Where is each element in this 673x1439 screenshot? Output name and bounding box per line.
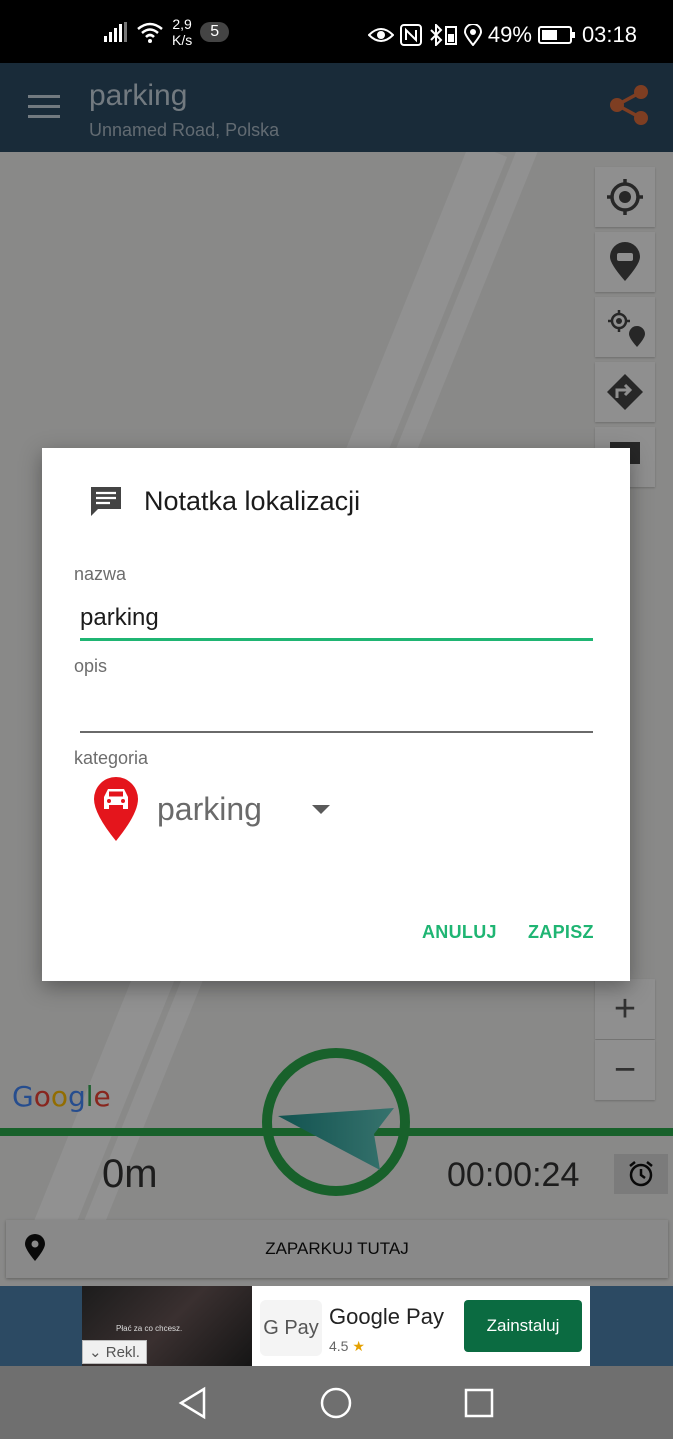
parking-category-pin-icon xyxy=(94,777,138,841)
category-value: parking xyxy=(157,791,262,827)
ad-badge[interactable]: ⌄ Rekl. xyxy=(82,1340,147,1364)
chevron-down-icon xyxy=(312,805,330,814)
description-input[interactable] xyxy=(80,692,593,728)
ad-app-name: Google Pay xyxy=(329,1304,444,1329)
description-input-underline xyxy=(80,731,593,733)
signal-icon xyxy=(104,22,127,42)
star-icon: ★ xyxy=(352,1338,365,1354)
category-label: kategoria xyxy=(74,748,149,768)
save-button[interactable]: ZAPISZ xyxy=(528,922,594,943)
location-icon xyxy=(463,24,482,46)
wifi-icon xyxy=(137,22,163,43)
system-nav-bar xyxy=(0,1366,673,1439)
notification-count-badge: 5 xyxy=(200,22,230,42)
clock: 03:18 xyxy=(581,22,637,47)
recents-icon[interactable] xyxy=(462,1386,496,1420)
category-dropdown[interactable]: parking xyxy=(82,768,342,848)
ad-rating-value: 4.5 xyxy=(329,1338,349,1354)
install-button[interactable]: Zainstaluj xyxy=(464,1300,582,1352)
ad-card[interactable]: G Pay Google Pay 4.5 ★ Zainstaluj xyxy=(252,1286,590,1366)
battery-percent: 49% xyxy=(487,22,532,47)
description-label: opis xyxy=(74,656,108,676)
status-bar: 2,9 K/s 5 49% 03:18 xyxy=(0,0,673,63)
note-icon xyxy=(91,487,121,516)
ad-rating: 4.5 ★ xyxy=(329,1338,365,1355)
cancel-button[interactable]: ANULUJ xyxy=(422,922,497,943)
name-label: nazwa xyxy=(74,564,127,584)
ad-badge-label: Rekl. xyxy=(105,1344,140,1361)
bluetooth-battery-icon xyxy=(430,24,457,46)
network-speed: 2,9 K/s xyxy=(172,16,192,48)
network-speed-unit: K/s xyxy=(172,32,193,48)
dialog-title: Notatka lokalizacji xyxy=(144,486,361,516)
eye-comfort-icon xyxy=(367,28,394,42)
network-speed-value: 2,9 xyxy=(172,16,192,32)
battery-icon xyxy=(537,26,575,44)
back-icon[interactable] xyxy=(176,1386,210,1420)
ad-image-text: Płać za co chcesz. xyxy=(116,1324,183,1333)
ad-banner[interactable]: Płać za co chcesz. ⌄ Rekl. G Pay Google … xyxy=(0,1286,673,1366)
location-note-dialog: Notatka lokalizacji nazwa opis kategoria… xyxy=(42,448,630,981)
home-icon[interactable] xyxy=(319,1386,353,1420)
name-input[interactable] xyxy=(80,600,593,636)
name-input-underline xyxy=(80,638,593,641)
nfc-icon xyxy=(399,24,422,46)
google-pay-logo: G Pay xyxy=(260,1300,322,1356)
